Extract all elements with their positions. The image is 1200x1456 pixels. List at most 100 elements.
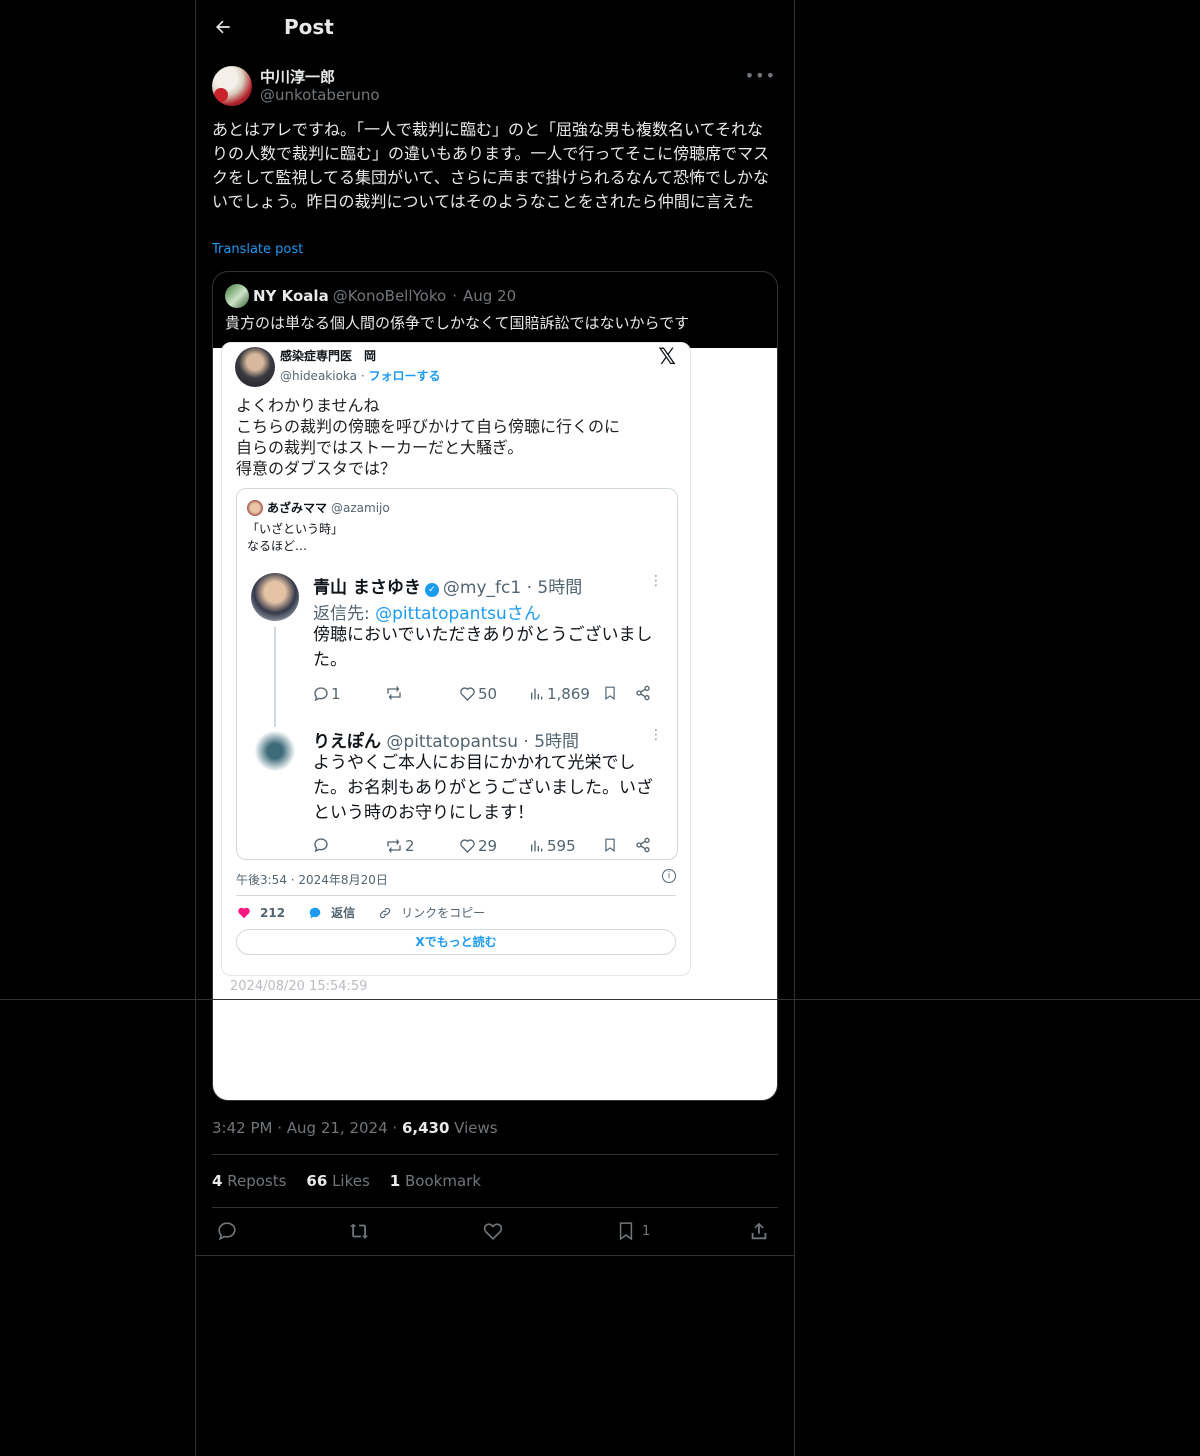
tweet2-avatar (251, 727, 299, 775)
tweet2-view-count: 595 (547, 837, 576, 855)
embed-text: よくわかりませんね こちらの裁判の傍聴を呼びかけて自ら傍聴に行くのに 自らの裁判… (236, 396, 621, 478)
embed-likes: 212 (236, 906, 285, 920)
views-label: Views (454, 1119, 498, 1137)
tweet2-retweet-count: 2 (405, 837, 415, 855)
post-author: 中川淳一郎 @unkotaberuno ••• (212, 64, 778, 108)
bookmark-count: 1 (642, 1223, 651, 1239)
embed-author-handle: @hideakioka · フォローする (280, 369, 441, 383)
bookmark-icon (603, 837, 619, 853)
tweet1-reply-to: 返信先: @pittatopantsuさん (313, 599, 541, 624)
tweet2-text: ようやくご本人にお目にかかれて光栄でした。お名刺もありがとうございました。いざと… (313, 753, 653, 823)
heart-icon (460, 687, 475, 701)
quoted-author-name: NY Koala (253, 287, 329, 305)
reply-icon (218, 1222, 236, 1241)
tweet1-reply: 1 (313, 685, 341, 703)
reposts-count: 4 (212, 1172, 223, 1190)
embed-copy-link: リンクをコピー (377, 904, 485, 921)
tweet1-reply-count: 1 (331, 685, 341, 703)
tweet1-avatar (251, 573, 299, 621)
info-icon: i (662, 869, 676, 883)
embed-stats: 212 返信 リンクをコピー (236, 904, 507, 921)
embed-follow-label: フォローする (368, 369, 441, 383)
reply-icon (314, 838, 328, 853)
retweet-icon (387, 685, 401, 701)
quoted-post-image[interactable]: 感染症専門医 岡 @hideakioka · フォローする 𝕏 よくわかりません… (213, 342, 777, 1100)
author-handle[interactable]: @unkotaberuno (260, 86, 380, 104)
bookmark-icon (619, 1222, 633, 1241)
quoted-post-header: NY Koala @KonoBellYoko · Aug 20 (225, 284, 765, 308)
inner-quote-header: あざみママ @azamijo (247, 499, 390, 516)
bookmarks-count-link[interactable]: 1 Bookmark (390, 1172, 481, 1190)
reply-filled-icon (309, 907, 321, 918)
tweet1-handle: @my_fc1 · 5時間 (442, 578, 583, 598)
embed-reply-label: 返信 (331, 906, 356, 920)
reposts-label: Reposts (227, 1172, 287, 1190)
quoted-post-text: 貴方のは単なる個人間の係争でしかなくて国賠訴訟ではないからです (225, 314, 690, 332)
tweet1-like-count: 50 (478, 685, 498, 703)
author-avatar[interactable] (212, 66, 252, 106)
post-time[interactable]: 3:42 PM (212, 1119, 272, 1137)
repost-button[interactable] (348, 1220, 372, 1242)
tweet2-like: 29 (459, 837, 497, 855)
likes-count-link[interactable]: 66 Likes (306, 1172, 369, 1190)
translate-post-link[interactable]: Translate post (212, 242, 303, 257)
embed-read-more-button: Xでもっと読む (236, 929, 676, 955)
embed-timestamp: 午後3:54 · 2024年8月20日 (236, 873, 388, 887)
share-icon (751, 1222, 767, 1240)
quoted-author-avatar (225, 284, 249, 308)
share-button[interactable] (748, 1220, 770, 1242)
post-date[interactable]: Aug 21, 2024 (287, 1119, 388, 1137)
embedded-tweet-card: 感染症専門医 岡 @hideakioka · フォローする 𝕏 よくわかりません… (221, 342, 691, 994)
tweet2-actions: 2 29 595 (313, 837, 663, 857)
post-text: あとはアレですね。「一人で裁判に臨む」のと「屈強な男も複数名いてそれなりの人数で… (212, 120, 770, 211)
inner-tweet-2: りえぽん @pittatopantsu · 5時間 ⋮ ようやくご本人にお目にか… (251, 727, 671, 857)
reposts-count-link[interactable]: 4 Reposts (212, 1172, 286, 1190)
share-icon (635, 837, 653, 853)
back-arrow-icon[interactable] (212, 16, 234, 38)
column-border-right (794, 0, 795, 1456)
inner-tweet-1: 青山 まさゆき ✓ @my_fc1 · 5時間 ⋮ 返信先: @pittatopan… (251, 573, 671, 727)
tweet2-retweet: 2 (385, 837, 415, 855)
tweet1-name: 青山 まさゆき (313, 578, 421, 598)
tweet1-view-count: 1,869 (547, 685, 590, 703)
views-icon (531, 688, 543, 700)
tweet2-meta: りえぽん @pittatopantsu · 5時間 (313, 727, 579, 752)
embed-author-name: 感染症専門医 岡 (280, 349, 377, 363)
author-name[interactable]: 中川淳一郎 (260, 66, 335, 87)
quoted-post-date: Aug 20 (462, 287, 517, 305)
likes-label: Likes (332, 1172, 370, 1190)
retweet-icon (387, 838, 401, 854)
post-view-count: 6,430 (401, 1119, 450, 1137)
horizontal-rule (0, 999, 1200, 1000)
tweet2-like-count: 29 (478, 837, 498, 855)
more-options-icon[interactable]: ••• (745, 66, 776, 85)
embed-handle-text: @hideakioka (280, 369, 358, 383)
screenshot-watermark: 2024/08/20 15:54:59 (230, 979, 368, 994)
divider (195, 1255, 794, 1256)
reply-button[interactable] (216, 1220, 238, 1242)
tweet1-more-icon: ⋮ (649, 573, 663, 589)
tweet1-views: 1,869 (529, 685, 590, 703)
bookmarks-count: 1 (389, 1172, 401, 1190)
tweet1-meta: 青山 まさゆき ✓ @my_fc1 · 5時間 (313, 573, 582, 598)
tweet1-text: 傍聴においでいただきありがとうございました。 (313, 625, 653, 670)
views-icon (531, 840, 543, 852)
bookmark-button[interactable]: 1 (616, 1220, 650, 1242)
embed-divider (236, 895, 676, 896)
reply-prefix: 返信先: (313, 604, 376, 624)
bookmark-icon (603, 685, 619, 701)
separator-dot: · (452, 287, 457, 305)
divider (212, 1207, 778, 1208)
share-icon (635, 685, 653, 701)
heart-filled-icon (238, 907, 250, 918)
quoted-author-handle: @KonoBellYoko (332, 287, 447, 305)
page-title: Post (284, 15, 334, 39)
divider (212, 1154, 778, 1155)
tweet2-more-icon: ⋮ (649, 727, 663, 743)
thread-line (274, 627, 276, 727)
main-column: Post 中川淳一郎 @unkotaberuno ••• あとはアレですね。「一… (195, 0, 794, 1456)
embed-copy-link-label: リンクをコピー (401, 906, 486, 920)
like-button[interactable] (482, 1220, 504, 1242)
quoted-post[interactable]: NY Koala @KonoBellYoko · Aug 20 貴方のは単なる個… (212, 271, 778, 1101)
post-meta: 3:42 PM · Aug 21, 2024 · 6,430 Views (212, 1119, 498, 1137)
